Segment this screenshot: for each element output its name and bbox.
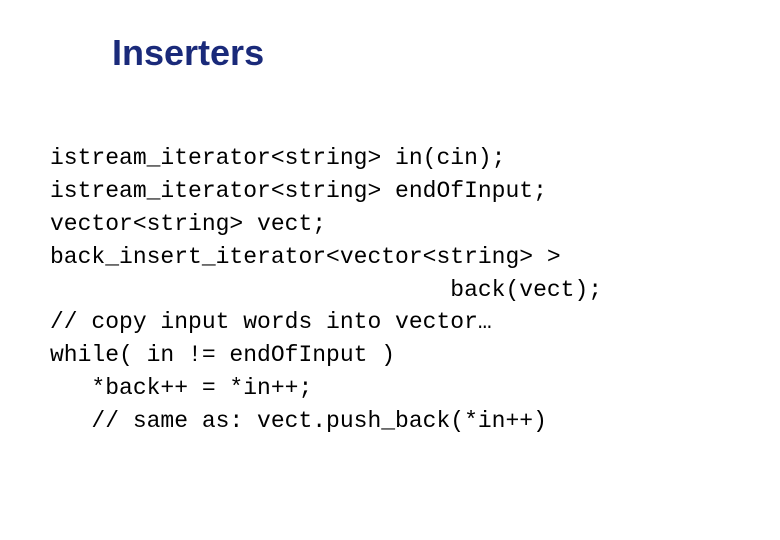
code-line: back(vect); [50,277,602,303]
code-line: back_insert_iterator<vector<string> > [50,244,561,270]
code-line: // same as: vect.push_back(*in++) [50,408,547,434]
code-block: istream_iterator<string> in(cin); istrea… [50,142,602,438]
slide-title: Inserters [112,32,264,74]
slide: Inserters istream_iterator<string> in(ci… [0,0,780,540]
code-line: vector<string> vect; [50,211,326,237]
code-line: *back++ = *in++; [50,375,312,401]
code-line: // copy input words into vector… [50,309,492,335]
code-line: istream_iterator<string> in(cin); [50,145,505,171]
code-line: while( in != endOfInput ) [50,342,395,368]
code-line: istream_iterator<string> endOfInput; [50,178,547,204]
